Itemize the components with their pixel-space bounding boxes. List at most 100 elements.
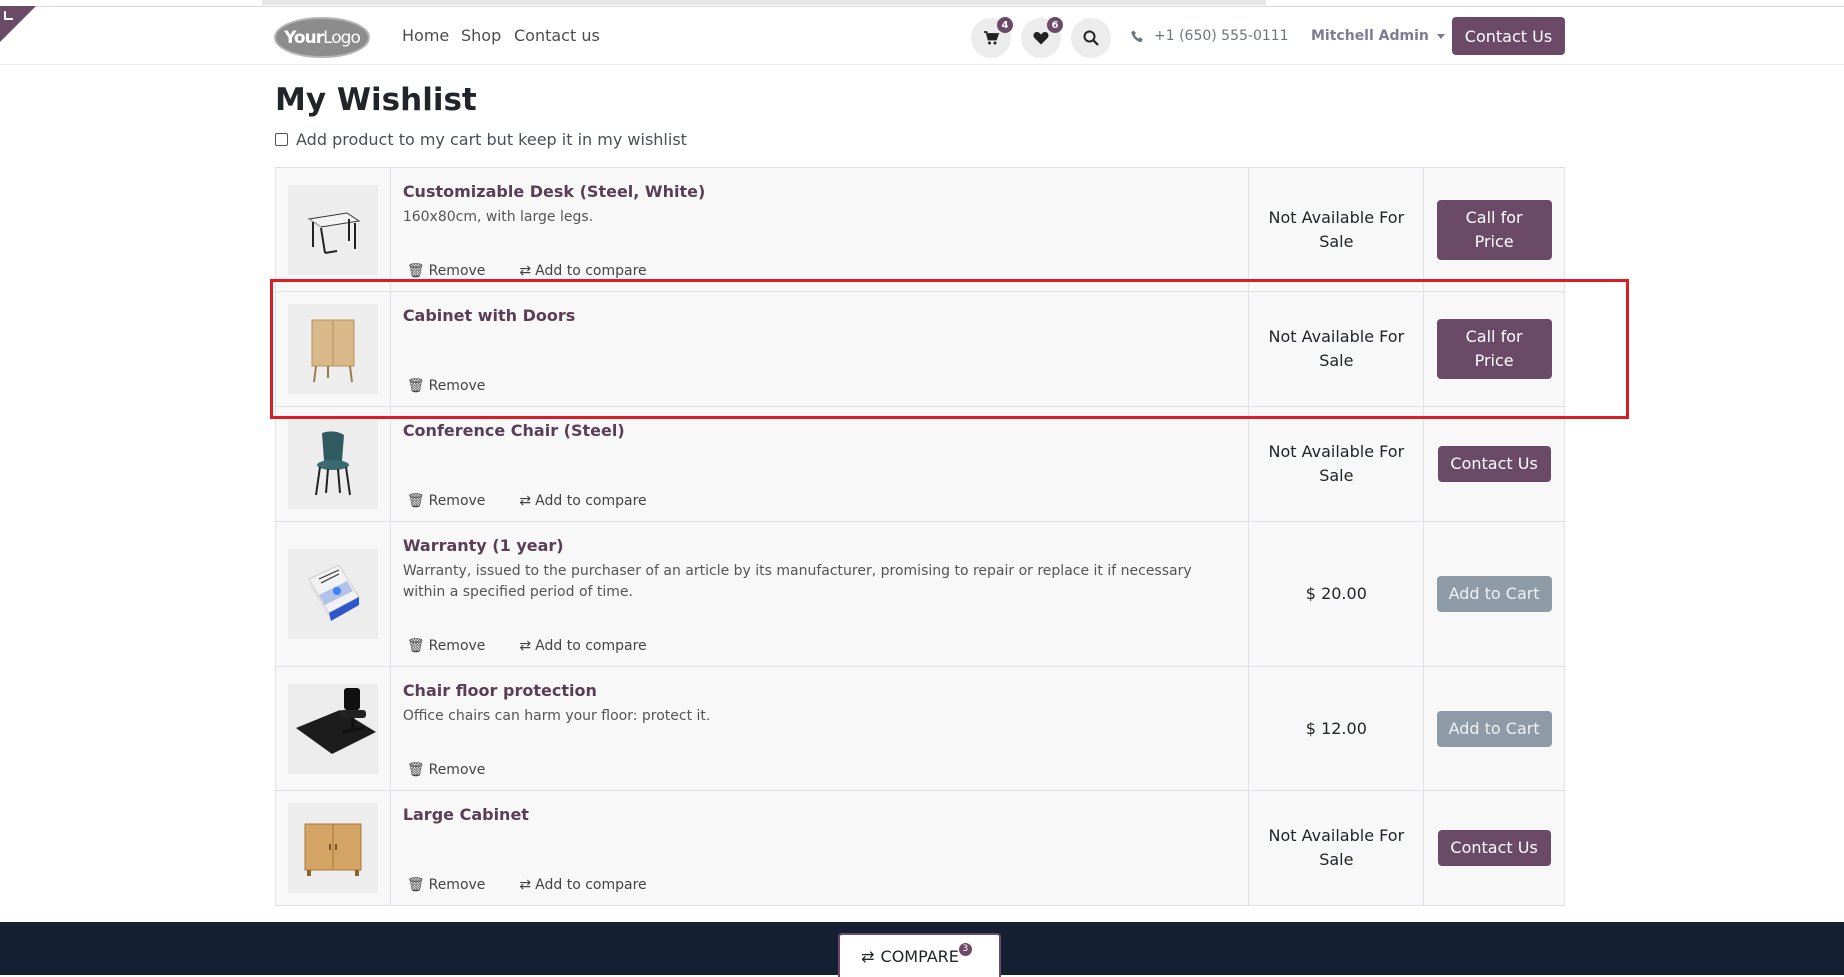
user-menu-toggle[interactable]: Mitchell Admin xyxy=(1311,28,1445,44)
product-image-cell xyxy=(276,667,391,790)
add-to-compare-link[interactable]: ⇄ Add to compare xyxy=(519,263,646,279)
user-name: Mitchell Admin xyxy=(1311,28,1429,44)
compare-arrows-icon: ⇄ xyxy=(861,946,875,966)
remove-link[interactable]: 🗑 Remove xyxy=(407,762,486,778)
trash-icon: 🗑 xyxy=(406,263,425,279)
cabinet-thumbnail[interactable] xyxy=(287,304,378,394)
wishlist-row: Large Cabinet 🗑 Remove ⇄ Add to compare No… xyxy=(276,791,1564,906)
wishlist-row: Customizable Desk (Steel, White) 160x80c… xyxy=(276,168,1564,292)
trash-icon: 🗑 xyxy=(406,762,425,778)
site-logo[interactable]: Your Logo xyxy=(274,17,370,58)
wishlist-row: Warranty (1 year) Warranty, issued to th… xyxy=(276,522,1564,667)
add-to-compare-link[interactable]: ⇄ Add to compare xyxy=(519,877,646,893)
product-info-cell: Chair floor protection Office chairs can… xyxy=(391,667,1250,790)
product-price: Not Available For Sale xyxy=(1249,292,1425,406)
wishlist-button[interactable]: 6 xyxy=(1021,17,1063,58)
nav-shop-link[interactable]: Shop xyxy=(461,26,501,45)
trash-icon: 🗑 xyxy=(406,493,425,509)
keep-in-wishlist-option[interactable]: Add product to my cart but keep it in my… xyxy=(275,130,687,149)
product-image-cell xyxy=(276,168,391,291)
product-actions: 🗑 Remove xyxy=(407,762,486,778)
chair-thumbnail[interactable] xyxy=(287,419,378,509)
caret-down-icon xyxy=(1436,33,1445,39)
warranty-box-thumbnail[interactable] xyxy=(287,549,378,639)
product-actions: 🗑 Remove xyxy=(407,378,486,394)
cart-button[interactable]: 4 xyxy=(971,17,1013,58)
product-button-cell: Call for Price xyxy=(1424,292,1564,406)
phone-contact[interactable]: +1 (650) 555-0111 xyxy=(1131,28,1289,44)
product-button-cell: Call for Price xyxy=(1424,168,1564,291)
product-price: Not Available For Sale xyxy=(1249,791,1425,905)
trash-icon: 🗑 xyxy=(406,378,425,394)
contact-us-button[interactable]: Contact Us xyxy=(1437,446,1551,482)
keep-in-wishlist-checkbox[interactable] xyxy=(275,133,288,146)
product-button-cell: Add to Cart xyxy=(1424,522,1564,666)
product-name-link[interactable]: Conference Chair (Steel) xyxy=(403,421,1237,440)
product-name-link[interactable]: Cabinet with Doors xyxy=(403,306,1237,325)
compare-arrows-icon: ⇄ xyxy=(519,263,532,279)
wishlist-count-badge: 6 xyxy=(1047,17,1063,33)
product-info-cell: Customizable Desk (Steel, White) 160x80c… xyxy=(391,168,1250,291)
product-image-cell xyxy=(276,292,391,406)
heart-icon xyxy=(1033,32,1049,45)
wishlist-row: Conference Chair (Steel) 🗑 Remove ⇄ Add to… xyxy=(276,407,1564,522)
product-description: 160x80cm, with large legs. xyxy=(402,209,594,225)
wishlist-table: Customizable Desk (Steel, White) 160x80c… xyxy=(275,167,1565,906)
product-actions: 🗑 Remove ⇄ Add to compare xyxy=(407,493,647,509)
page-title: My Wishlist xyxy=(275,82,477,118)
phone-icon xyxy=(1131,30,1143,42)
trash-icon: 🗑 xyxy=(406,877,425,893)
nav-contact-link[interactable]: Contact us xyxy=(514,26,600,45)
compare-arrows-icon: ⇄ xyxy=(519,638,532,654)
call-for-price-button[interactable]: Call for Price xyxy=(1436,319,1552,379)
compare-arrows-icon: ⇄ xyxy=(519,493,532,509)
compare-arrows-icon: ⇄ xyxy=(519,877,532,893)
product-actions: 🗑 Remove ⇄ Add to compare xyxy=(407,263,647,279)
product-actions: 🗑 Remove ⇄ Add to compare xyxy=(407,877,647,893)
product-image-cell xyxy=(276,522,391,666)
product-name-link[interactable]: Chair floor protection xyxy=(403,681,1237,700)
large-cabinet-thumbnail[interactable] xyxy=(287,803,378,893)
product-description: Warranty, issued to the purchaser of an … xyxy=(402,563,1192,600)
product-info-cell: Large Cabinet 🗑 Remove ⇄ Add to compare xyxy=(391,791,1250,905)
product-button-cell: Contact Us xyxy=(1424,407,1564,521)
site-header: Your Logo Home Shop Contact us 4 6 +1 (65… xyxy=(0,7,1844,65)
header-contact-us-button[interactable]: Contact Us xyxy=(1452,17,1565,55)
search-button[interactable] xyxy=(1071,18,1111,58)
product-info-cell: Cabinet with Doors 🗑 Remove xyxy=(391,292,1250,406)
add-to-cart-button[interactable]: Add to Cart xyxy=(1436,576,1552,612)
product-actions: 🗑 Remove ⇄ Add to compare xyxy=(407,638,647,654)
product-price: $ 12.00 xyxy=(1249,667,1425,790)
remove-link[interactable]: 🗑 Remove xyxy=(407,638,486,654)
product-image-cell xyxy=(276,791,391,905)
browser-scroll-strip xyxy=(0,0,1844,7)
remove-link[interactable]: 🗑 Remove xyxy=(407,263,486,279)
call-for-price-button[interactable]: Call for Price xyxy=(1436,199,1552,260)
compare-label: COMPARE xyxy=(880,946,959,966)
product-price: Not Available For Sale xyxy=(1249,168,1425,291)
compare-count-badge: 3 xyxy=(958,942,972,956)
nav-home-link[interactable]: Home xyxy=(402,26,449,45)
product-description: Office chairs can harm your floor: prote… xyxy=(402,708,711,724)
product-price: $ 20.00 xyxy=(1249,522,1425,666)
compare-button[interactable]: ⇄ COMPARE 3 xyxy=(838,933,1001,977)
product-name-link[interactable]: Customizable Desk (Steel, White) xyxy=(403,182,1237,201)
remove-link[interactable]: 🗑 Remove xyxy=(407,378,486,394)
product-button-cell: Add to Cart xyxy=(1424,667,1564,790)
product-button-cell: Contact Us xyxy=(1424,791,1564,905)
phone-number: +1 (650) 555-0111 xyxy=(1154,28,1289,44)
wishlist-row: Cabinet with Doors 🗑 Remove Not Available… xyxy=(276,292,1564,407)
product-name-link[interactable]: Large Cabinet xyxy=(403,805,1237,824)
contact-us-button[interactable]: Contact Us xyxy=(1437,830,1551,866)
product-image-cell xyxy=(276,407,391,521)
remove-link[interactable]: 🗑 Remove xyxy=(407,493,486,509)
horizontal-scrollbar-thumb[interactable] xyxy=(262,0,1266,5)
floor-mat-thumbnail[interactable] xyxy=(287,683,378,774)
desk-thumbnail[interactable] xyxy=(287,184,378,275)
add-to-compare-link[interactable]: ⇄ Add to compare xyxy=(519,638,646,654)
add-to-compare-link[interactable]: ⇄ Add to compare xyxy=(519,493,646,509)
remove-link[interactable]: 🗑 Remove xyxy=(407,877,486,893)
product-name-link[interactable]: Warranty (1 year) xyxy=(403,536,1237,555)
add-to-cart-button[interactable]: Add to Cart xyxy=(1436,710,1552,747)
product-info-cell: Warranty (1 year) Warranty, issued to th… xyxy=(391,522,1250,666)
